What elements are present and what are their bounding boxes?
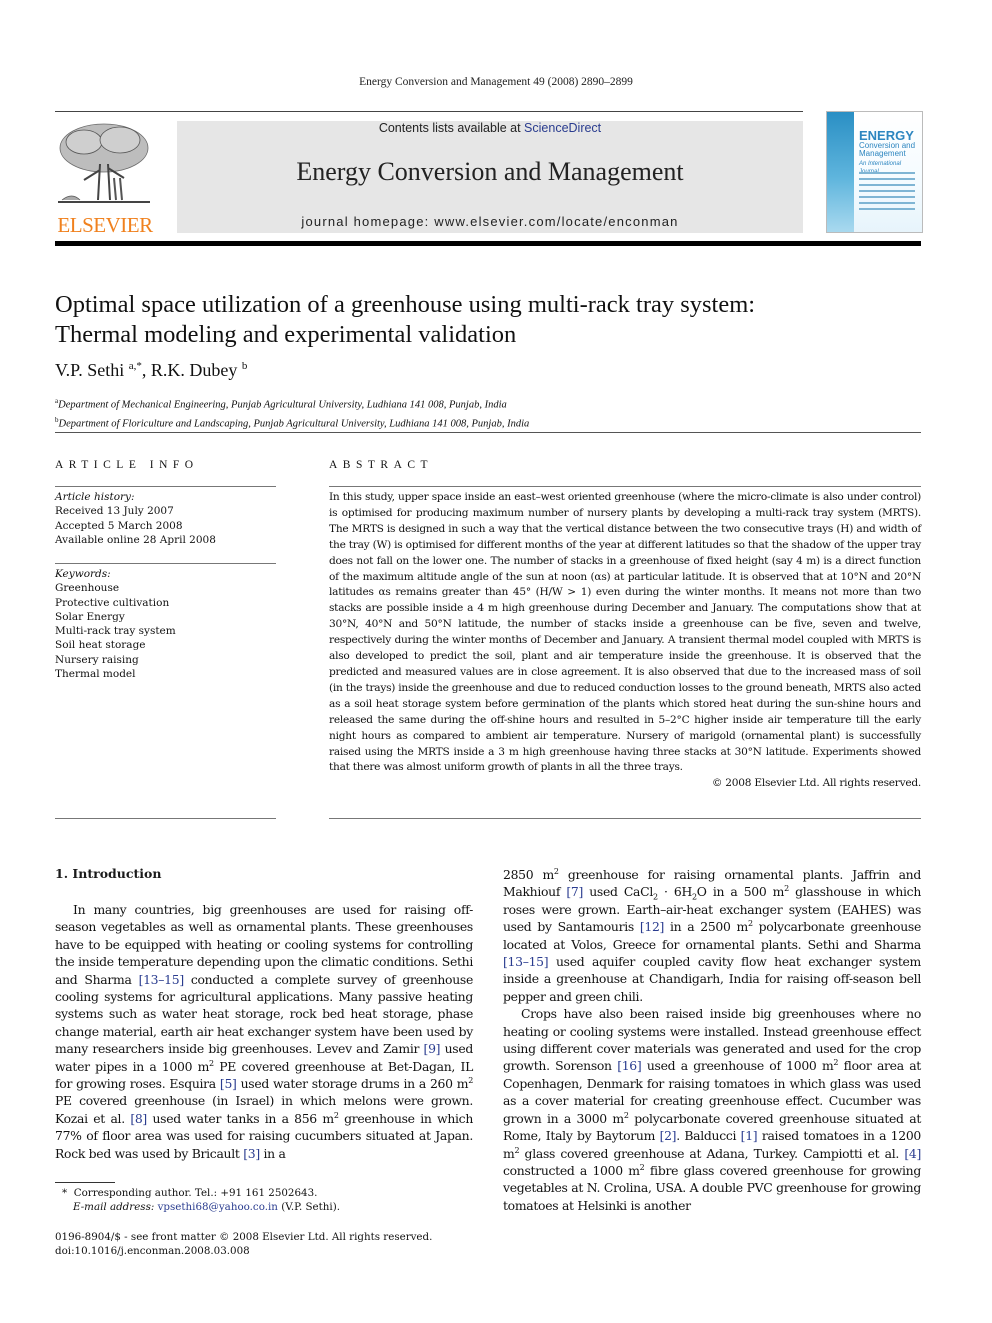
title-line-1: Optimal space utilization of a greenhous… — [55, 291, 756, 318]
keywords: Keywords: Greenhouse Protective cultivat… — [55, 567, 276, 681]
abstract-heading: ABSTRACT — [329, 459, 434, 471]
citation-link[interactable]: [3] — [243, 1146, 260, 1161]
contents-prefix: Contents lists available at — [378, 121, 525, 135]
citation-link[interactable]: [5] — [220, 1076, 237, 1091]
email-label: E-mail address: — [73, 1201, 158, 1213]
section-rule — [55, 432, 921, 433]
author-separator: , — [141, 360, 151, 380]
doi-link[interactable]: doi:10.1016/j.enconman.2008.03.008 — [55, 1244, 432, 1258]
affiliation: bDepartment of Floriculture and Landscap… — [55, 413, 529, 432]
keyword: Solar Energy — [55, 610, 125, 623]
citation-link[interactable]: [13–15] — [139, 972, 185, 987]
abstract-text: In this study, upper space inside an eas… — [329, 491, 921, 774]
author-list: V.P. Sethi a,*, R.K. Dubey b — [55, 360, 247, 381]
elsevier-wordmark: ELSEVIER — [57, 213, 153, 237]
citation-link[interactable]: [1] — [741, 1128, 758, 1143]
abstract-rule — [329, 818, 921, 819]
keyword: Multi-rack tray system — [55, 625, 176, 638]
keyword: Nursery raising — [55, 653, 139, 666]
author-name[interactable]: R.K. Dubey — [151, 360, 238, 380]
citation-link[interactable]: [4] — [904, 1146, 921, 1161]
author-affil-mark[interactable]: a,* — [129, 360, 142, 372]
footnote: * Corresponding author. Tel.: +91 161 25… — [62, 1186, 340, 1214]
keyword: Soil heat storage — [55, 639, 146, 652]
abstract-rule — [329, 486, 921, 487]
article-title: Optimal space utilization of a greenhous… — [55, 290, 925, 350]
info-rule — [55, 818, 276, 819]
cover-subtitle-line: Management — [859, 149, 906, 158]
email-suffix: (V.P. Sethi). — [277, 1201, 341, 1213]
cover-image-strip — [827, 112, 854, 232]
header-rule — [55, 111, 803, 112]
cover-subtitle: Conversion and Management An Internation… — [859, 142, 922, 176]
affiliation-text: Department of Mechanical Engineering, Pu… — [58, 399, 507, 411]
history-item: Received 13 July 2007 — [55, 505, 174, 518]
keyword: Thermal model — [55, 668, 136, 681]
running-head: Energy Conversion and Management 49 (200… — [359, 76, 633, 88]
introduction-heading: 1. Introduction — [55, 866, 162, 881]
history-item: Available online 28 April 2008 — [55, 533, 216, 546]
elsevier-tree-icon — [58, 123, 150, 203]
citation-link[interactable]: [13–15] — [503, 954, 549, 969]
body-column-left: In many countries, big greenhouses are u… — [55, 901, 473, 1162]
title-line-2: Thermal modeling and experimental valida… — [55, 321, 517, 348]
issn-block: 0196-8904/$ - see front matter © 2008 El… — [55, 1230, 432, 1258]
citation-link[interactable]: [12] — [640, 919, 665, 934]
paragraph: In many countries, big greenhouses are u… — [55, 902, 474, 1161]
citation-link[interactable]: [16] — [617, 1058, 642, 1073]
header-thick-rule — [55, 241, 921, 246]
journal-name[interactable]: Energy Conversion and Management — [177, 157, 803, 187]
affiliation-text: Department of Floriculture and Landscapi… — [58, 418, 530, 429]
abstract-copyright: © 2008 Elsevier Ltd. All rights reserved… — [711, 777, 921, 790]
citation-link[interactable]: [2] — [660, 1128, 677, 1143]
citation-link[interactable]: [8] — [130, 1111, 147, 1126]
cover-contents-lines — [859, 172, 915, 214]
email-link[interactable]: vpsethi68@yahoo.co.in — [158, 1201, 278, 1213]
history-label: Article history: — [55, 491, 135, 503]
info-rule — [55, 563, 276, 564]
paragraph: Crops have also been raised inside big g… — [503, 1006, 922, 1213]
author-affil-mark[interactable]: b — [242, 360, 248, 372]
citation-link[interactable]: [7] — [566, 884, 583, 899]
keywords-label: Keywords: — [55, 568, 111, 580]
history-item: Accepted 5 March 2008 — [55, 519, 183, 532]
footnote-rule — [55, 1182, 115, 1183]
keyword: Greenhouse — [55, 582, 120, 595]
citation-link[interactable]: [9] — [424, 1041, 441, 1056]
journal-cover-thumbnail[interactable]: ENERGY Conversion and Management An Inte… — [826, 111, 923, 233]
affiliations: aDepartment of Mechanical Engineering, P… — [55, 394, 529, 431]
elsevier-logo[interactable]: ELSEVIER — [54, 120, 156, 237]
keyword: Protective cultivation — [55, 596, 170, 609]
paragraph: 2850 m2 greenhouse for raising ornamenta… — [503, 866, 921, 1004]
article-history: Article history: Received 13 July 2007 A… — [55, 490, 276, 547]
body-column-right: 2850 m2 greenhouse for raising ornamenta… — [503, 866, 921, 1214]
abstract-body: In this study, upper space inside an eas… — [329, 490, 921, 792]
contents-line: Contents lists available at ScienceDirec… — [177, 121, 803, 135]
article-info-heading: ARTICLE INFO — [55, 459, 199, 471]
journal-homepage-link[interactable]: journal homepage: www.elsevier.com/locat… — [177, 214, 803, 229]
journal-banner: Contents lists available at ScienceDirec… — [177, 121, 803, 233]
issn-line: 0196-8904/$ - see front matter © 2008 El… — [55, 1231, 433, 1243]
info-rule — [55, 486, 276, 487]
author-name[interactable]: V.P. Sethi — [55, 360, 124, 380]
sciencedirect-link[interactable]: ScienceDirect — [524, 121, 601, 135]
corresponding-author: Corresponding author. Tel.: +91 161 2502… — [73, 1187, 318, 1199]
affiliation: aDepartment of Mechanical Engineering, P… — [55, 394, 529, 413]
footnote-mark: * — [62, 1187, 68, 1199]
